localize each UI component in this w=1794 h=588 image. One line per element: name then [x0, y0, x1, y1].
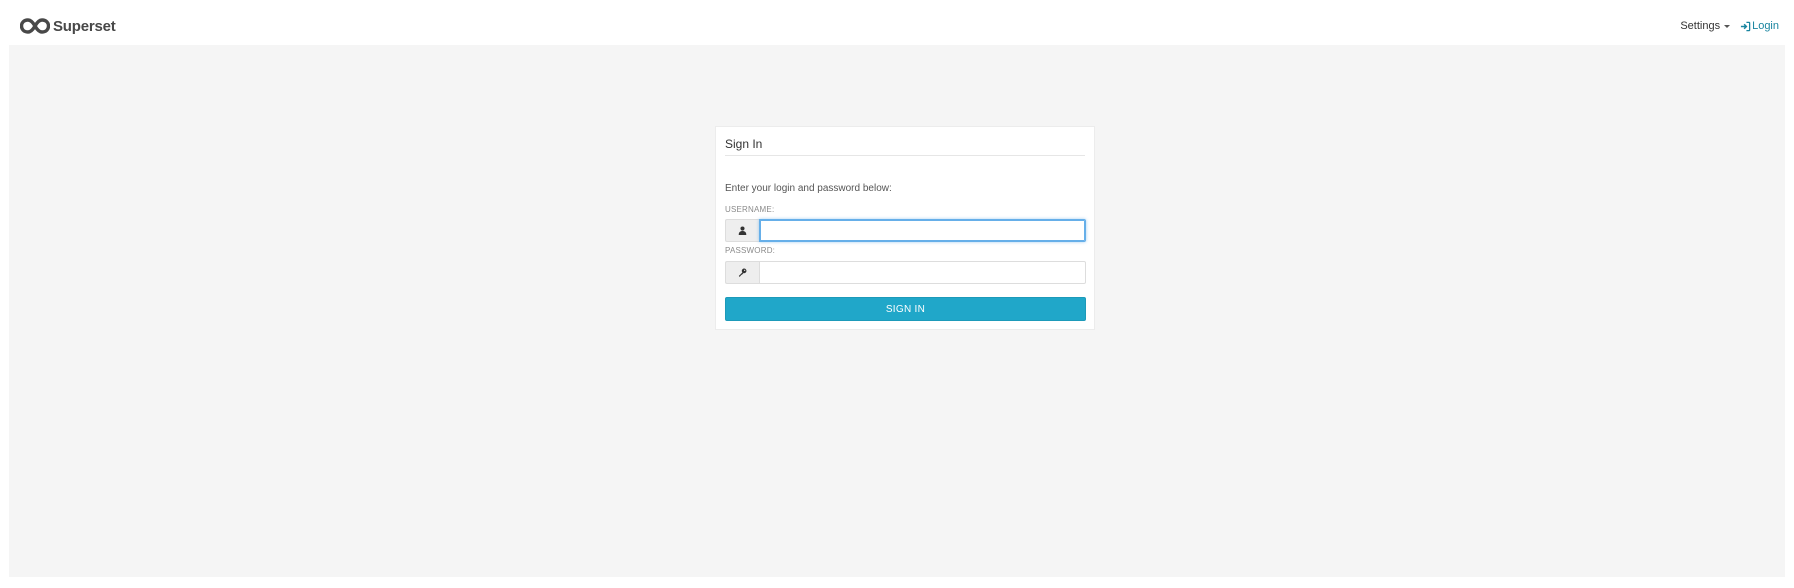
login-panel: Sign In Enter your login and password be… [715, 126, 1095, 330]
panel-title: Sign In [725, 137, 1085, 156]
username-input-group [725, 219, 1086, 242]
main-content: Sign In Enter your login and password be… [9, 45, 1785, 577]
sign-in-icon [1740, 21, 1751, 31]
nav-right: Settings Login [1680, 20, 1779, 32]
login-label: Login [1752, 20, 1779, 32]
password-label: PASSWORD: [725, 246, 776, 255]
top-navbar: Superset Settings Login [0, 0, 1794, 45]
key-icon [725, 261, 759, 284]
password-input[interactable] [759, 261, 1086, 284]
username-input[interactable] [759, 219, 1086, 242]
password-input-group [725, 261, 1086, 284]
settings-label: Settings [1680, 20, 1721, 32]
brand-link[interactable]: Superset [20, 17, 116, 35]
caret-down-icon [1724, 25, 1731, 28]
login-link[interactable]: Login [1740, 20, 1779, 32]
user-icon [725, 219, 759, 242]
login-instructions: Enter your login and password below: [725, 183, 892, 194]
brand-name: Superset [53, 17, 116, 35]
settings-dropdown[interactable]: Settings [1680, 20, 1731, 32]
sign-in-button[interactable]: SIGN IN [725, 297, 1086, 321]
username-label: USERNAME: [725, 205, 775, 214]
superset-logo-icon [20, 18, 50, 34]
